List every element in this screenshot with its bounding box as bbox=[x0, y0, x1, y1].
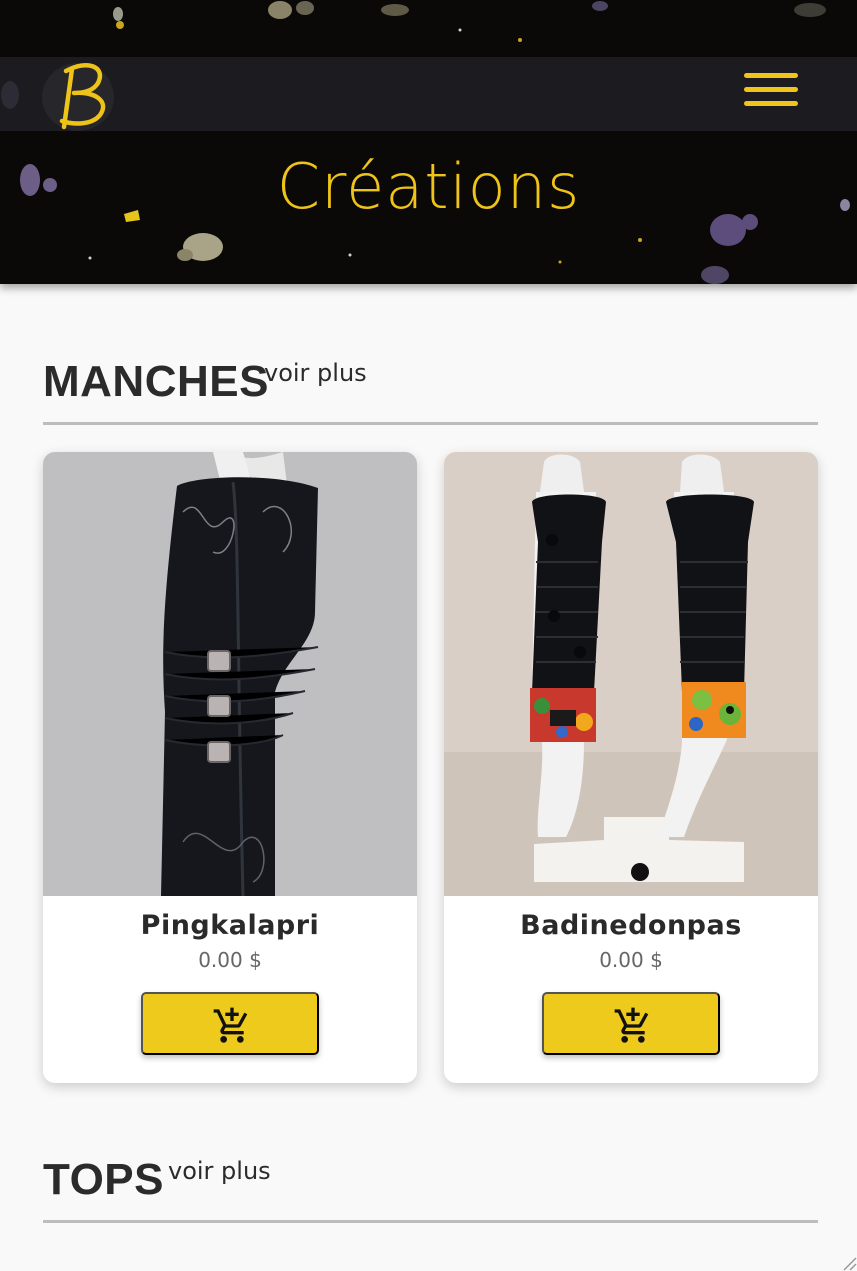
b-logo-icon[interactable] bbox=[42, 63, 114, 131]
product-price: 0.00 $ bbox=[198, 948, 262, 972]
add-to-cart-button[interactable] bbox=[542, 992, 720, 1055]
product-image[interactable] bbox=[43, 452, 417, 896]
product-price: 0.00 $ bbox=[599, 948, 663, 972]
splatter-background bbox=[1, 1, 850, 284]
section-title: TOPS bbox=[43, 1155, 165, 1204]
add-to-cart-icon bbox=[213, 1007, 248, 1043]
resize-grip-icon[interactable] bbox=[841, 1255, 857, 1271]
see-more-link[interactable]: voir plus bbox=[168, 1157, 271, 1185]
top-navbar bbox=[0, 57, 857, 131]
product-image[interactable] bbox=[444, 452, 818, 896]
product-name[interactable]: Badinedonpas bbox=[444, 910, 818, 941]
see-more-link[interactable]: voir plus bbox=[264, 359, 367, 387]
hero-header: Créations bbox=[0, 0, 857, 284]
section-divider bbox=[43, 422, 818, 425]
section-title: MANCHES bbox=[43, 357, 269, 406]
section-divider bbox=[43, 1220, 818, 1223]
product-card[interactable]: Pingkalapri 0.00 $ bbox=[43, 452, 417, 1083]
page-title: Créations bbox=[276, 150, 581, 223]
add-to-cart-button[interactable] bbox=[141, 992, 319, 1055]
product-card[interactable]: Badinedonpas 0.00 $ bbox=[444, 452, 818, 1083]
hamburger-menu-icon[interactable] bbox=[742, 73, 800, 109]
section-header: MANCHES voir plus bbox=[43, 357, 818, 425]
section-header: TOPS voir plus bbox=[43, 1155, 818, 1223]
add-to-cart-icon bbox=[614, 1007, 649, 1043]
product-name[interactable]: Pingkalapri bbox=[43, 910, 417, 941]
